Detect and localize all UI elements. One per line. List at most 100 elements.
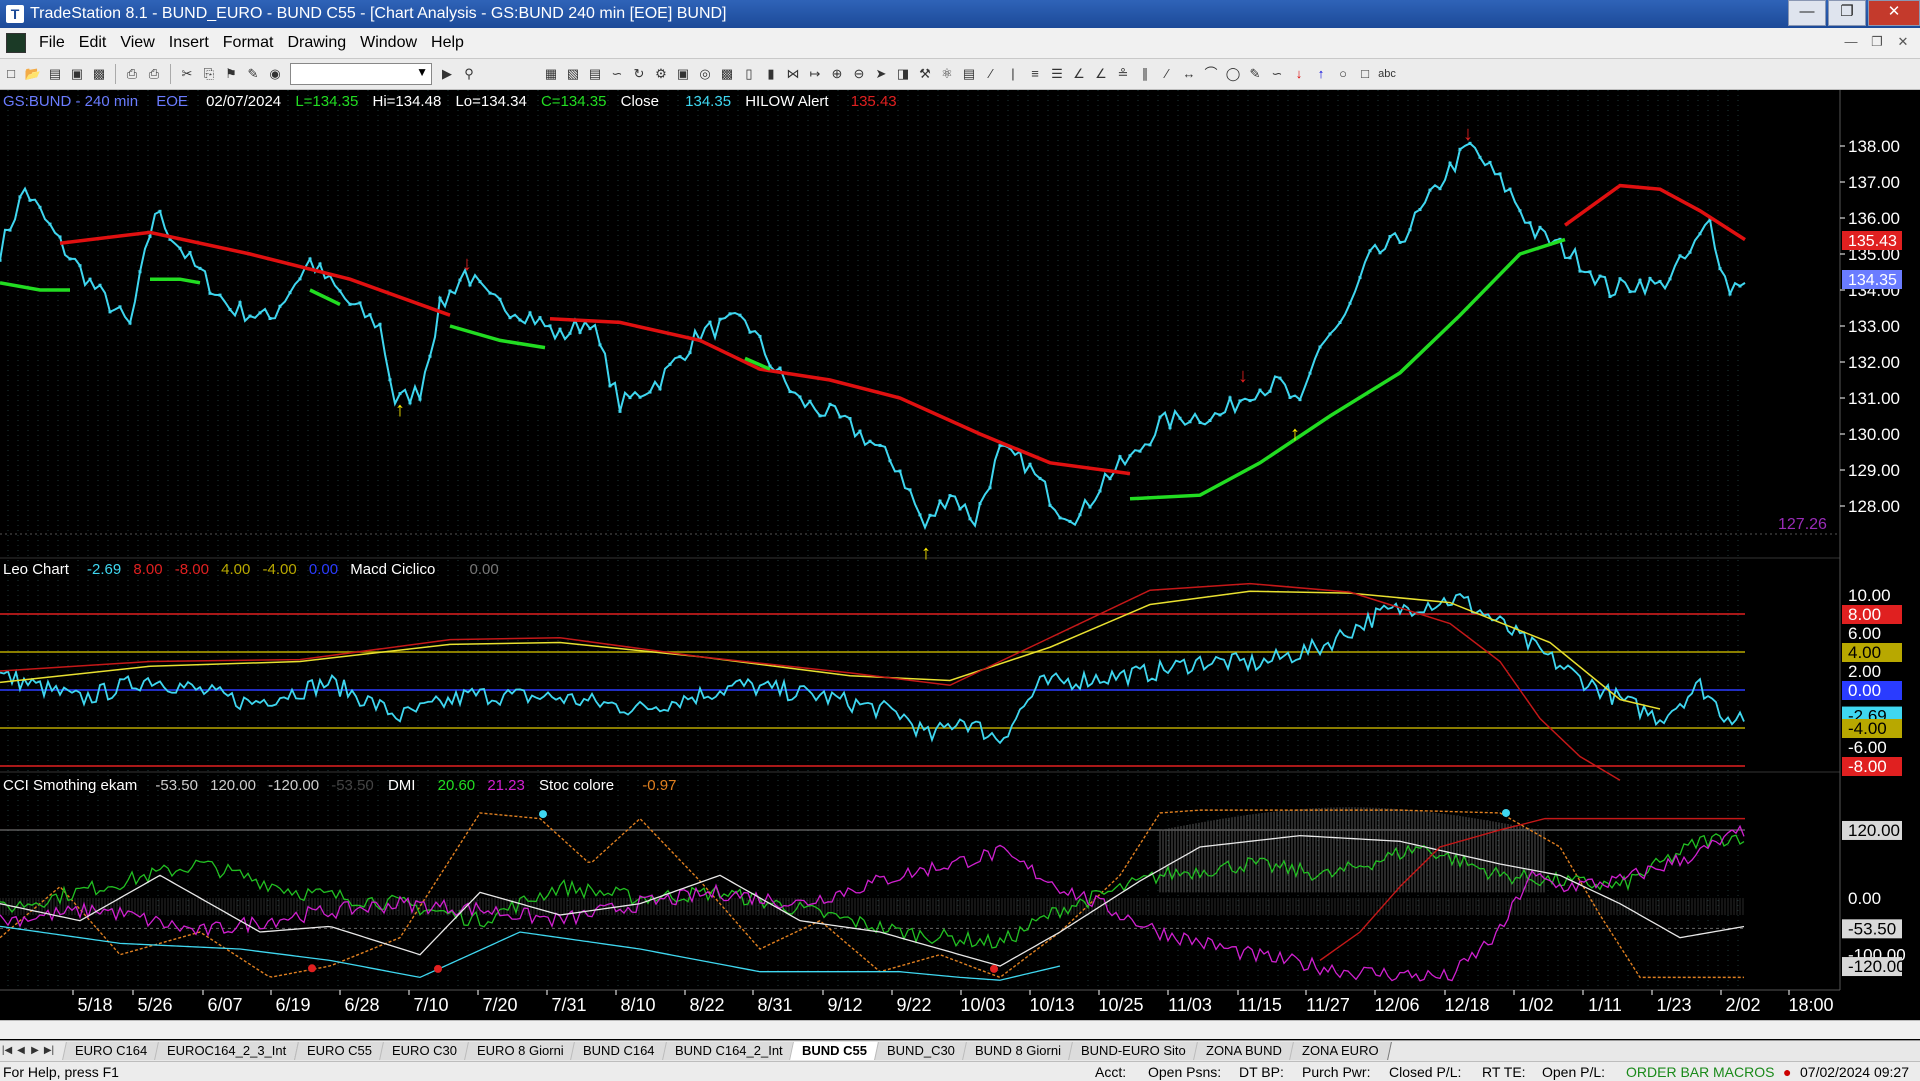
minimize-button[interactable]: —: [1788, 0, 1826, 26]
menu-view[interactable]: View: [113, 34, 161, 52]
price-bar-mark: [1038, 476, 1042, 480]
fib-icon[interactable]: ☰: [1048, 65, 1066, 83]
date-tick-label: 5/18: [77, 995, 112, 1015]
save-icon[interactable]: ▣: [68, 65, 86, 83]
pencil-icon[interactable]: ✎: [1246, 65, 1264, 83]
tab-bund-8-giorni[interactable]: BUND 8 Giorni: [962, 1042, 1075, 1060]
quote-icon[interactable]: ⚲: [460, 65, 478, 83]
print-icon[interactable]: ⎙: [123, 65, 141, 83]
open-workspace-icon[interactable]: ▤: [46, 65, 64, 83]
tab-bund-c164-2-int[interactable]: BUND C164_2_Int: [661, 1042, 796, 1060]
open-icon[interactable]: 📂: [24, 65, 42, 83]
price-bar-mark: [868, 439, 872, 443]
menu-drawing[interactable]: Drawing: [280, 34, 353, 52]
menu-edit[interactable]: Edit: [72, 34, 114, 52]
candle-icon[interactable]: ▯: [740, 65, 758, 83]
text-icon[interactable]: abc: [1378, 65, 1396, 83]
price-bar-mark: [1518, 209, 1522, 213]
tab-euroc164-2-3-int[interactable]: EUROC164_2_3_Int: [154, 1042, 300, 1060]
curve-icon[interactable]: ∽: [1268, 65, 1286, 83]
radar-icon[interactable]: ◎: [696, 65, 714, 83]
ellipse-icon[interactable]: ◯: [1224, 65, 1242, 83]
zoom-out-icon[interactable]: ⊖: [850, 65, 868, 83]
lock-icon[interactable]: ⚑: [222, 65, 240, 83]
chart-area[interactable]: GS:BUND - 240 min EOE 02/07/2024 L=134.3…: [0, 90, 1920, 1034]
scanner-icon[interactable]: ▤: [960, 65, 978, 83]
mdi-minimize-button[interactable]: —: [1840, 32, 1862, 52]
trendline-icon[interactable]: ∕: [982, 65, 1000, 83]
tab-euro-c30[interactable]: EURO C30: [378, 1042, 470, 1060]
menu-insert[interactable]: Insert: [162, 34, 216, 52]
tab-euro-c55[interactable]: EURO C55: [293, 1042, 385, 1060]
chart-refresh-icon[interactable]: ↻: [630, 65, 648, 83]
zoom-in-icon[interactable]: ⊕: [828, 65, 846, 83]
save-all-icon[interactable]: ▩: [90, 65, 108, 83]
status-macros[interactable]: MACROS: [1713, 1064, 1774, 1080]
tools-icon[interactable]: ⚒: [916, 65, 934, 83]
cut-icon[interactable]: ✂: [178, 65, 196, 83]
horizontal-scrollbar[interactable]: [0, 1020, 1920, 1039]
maximize-button[interactable]: ❐: [1828, 0, 1866, 26]
chart-style-icon[interactable]: ▦: [542, 65, 560, 83]
tab-bund-c164[interactable]: BUND C164: [570, 1042, 668, 1060]
rectangle-icon[interactable]: □: [1356, 65, 1374, 83]
arrow-down-icon[interactable]: ↓: [1290, 65, 1308, 83]
vertical-line-icon[interactable]: |: [1004, 65, 1022, 83]
price-bar-mark: [648, 390, 652, 394]
chart-svg[interactable]: GS:BUND - 240 min EOE 02/07/2024 L=134.3…: [0, 90, 1920, 1020]
tab-next-icon[interactable]: ▶: [28, 1044, 42, 1058]
tab-label: BUND_C30: [887, 1043, 956, 1058]
chart-window-icon[interactable]: [6, 33, 26, 53]
status-order-bar[interactable]: ORDER BAR: [1626, 1064, 1709, 1080]
horizontal-line-icon[interactable]: ≡: [1026, 65, 1044, 83]
chart-grid-icon[interactable]: ▤: [586, 65, 604, 83]
strategy-icon[interactable]: ⚛: [938, 65, 956, 83]
speed-lines-icon[interactable]: ∠: [1070, 65, 1088, 83]
plugin-icon[interactable]: ◉: [266, 65, 284, 83]
new-icon[interactable]: □: [2, 65, 20, 83]
tab-euro-c164[interactable]: EURO C164: [62, 1042, 161, 1060]
format-icon[interactable]: ✎: [244, 65, 262, 83]
gann-icon[interactable]: ∠: [1092, 65, 1110, 83]
menu-window[interactable]: Window: [353, 34, 424, 52]
tab-bund-c30[interactable]: BUND_C30: [874, 1042, 969, 1060]
arrow-right-icon[interactable]: ▶: [438, 65, 456, 83]
volume-icon[interactable]: ▮: [762, 65, 780, 83]
regression-icon[interactable]: ≗: [1114, 65, 1132, 83]
tab-zona-bund[interactable]: ZONA BUND: [1193, 1042, 1295, 1060]
parallel-lines-icon[interactable]: ∥: [1136, 65, 1154, 83]
data-window-icon[interactable]: ◨: [894, 65, 912, 83]
mdi-close-button[interactable]: ✕: [1892, 32, 1914, 52]
extend-icon[interactable]: ↔: [1180, 65, 1198, 83]
chart-line-icon[interactable]: ∽: [608, 65, 626, 83]
chart-settings-icon[interactable]: ⚙: [652, 65, 670, 83]
channel-icon[interactable]: ∕: [1158, 65, 1176, 83]
tab-last-icon[interactable]: ▶|: [42, 1044, 56, 1058]
menu-format[interactable]: Format: [216, 34, 281, 52]
price-tick-label: 132.00: [1848, 353, 1900, 372]
tab-first-icon[interactable]: |◀: [0, 1044, 14, 1058]
symbol-combo[interactable]: ▼: [290, 63, 432, 85]
chart-bars-icon[interactable]: ▧: [564, 65, 582, 83]
menu-file[interactable]: File: [32, 34, 72, 52]
circle-icon[interactable]: ○: [1334, 65, 1352, 83]
chart-window-icon[interactable]: ▣: [674, 65, 692, 83]
close-button[interactable]: ✕: [1868, 0, 1920, 26]
tab-bund-c55[interactable]: BUND C55: [789, 1042, 881, 1060]
copy-icon[interactable]: ⎘: [200, 65, 218, 83]
shift-icon[interactable]: ↦: [806, 65, 824, 83]
tab-bund-euro-sito[interactable]: BUND-EURO Sito: [1068, 1042, 1200, 1060]
bar-chart-icon[interactable]: ▩: [718, 65, 736, 83]
cursor-crosshair-icon[interactable]: ⋈: [784, 65, 802, 83]
pointer-icon[interactable]: ➤: [872, 65, 890, 83]
date-tick-label: 7/20: [482, 995, 517, 1015]
menu-help[interactable]: Help: [424, 34, 471, 52]
arrow-up-icon[interactable]: ↑: [1312, 65, 1330, 83]
signal-dot: [308, 964, 316, 973]
tab-euro-8-giorni[interactable]: EURO 8 Giorni: [463, 1042, 577, 1060]
mdi-restore-button[interactable]: ❐: [1866, 32, 1888, 52]
tab-prev-icon[interactable]: ◀: [14, 1044, 28, 1058]
arc-icon[interactable]: ⌒: [1202, 65, 1220, 83]
print-preview-icon[interactable]: ⎙: [145, 65, 163, 83]
tab-zona-euro[interactable]: ZONA EURO: [1289, 1042, 1392, 1060]
